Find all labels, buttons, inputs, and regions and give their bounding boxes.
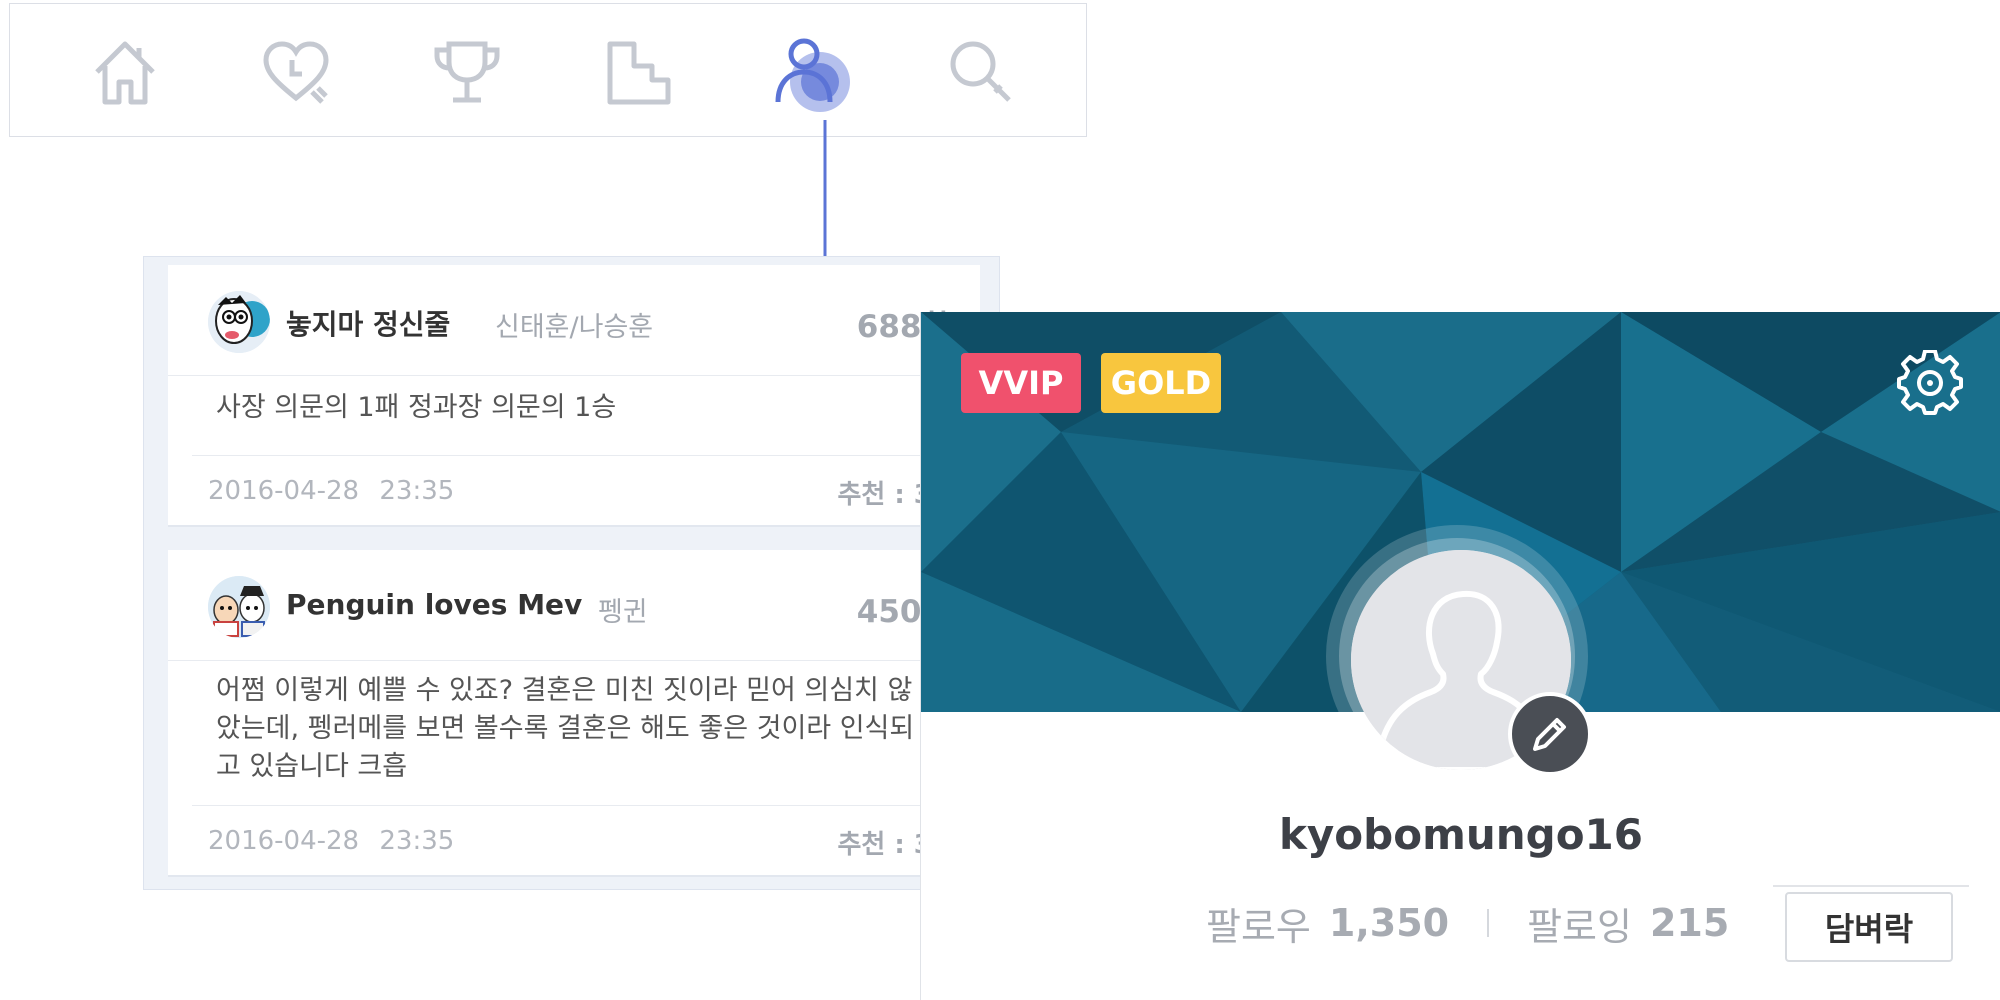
gold-badge: GOLD	[1101, 353, 1221, 413]
pencil-icon	[1533, 718, 1566, 751]
tab-home[interactable]	[87, 34, 163, 110]
tab-bar	[9, 3, 1087, 137]
feed-panel: 놓지마 정신줄 신태훈/나승훈 688화 사장 의문의 1패 정과장 의문의 1…	[143, 256, 1000, 890]
stats-divider	[1487, 909, 1490, 937]
post-date: 2016-04-28 23:35	[208, 826, 455, 856]
following-label[interactable]: 팔로잉	[1527, 896, 1632, 951]
follower-label[interactable]: 팔로우	[1206, 896, 1311, 951]
edit-avatar-button[interactable]	[1508, 692, 1592, 776]
post-avatar	[208, 291, 270, 353]
tab-profile[interactable]	[772, 34, 850, 112]
trophy-icon	[434, 41, 500, 103]
post-footer: 2016-04-28 23:35 추천 : 31	[192, 805, 980, 876]
tab-library[interactable]	[600, 34, 676, 110]
post-title[interactable]: 놓지마 정신줄	[286, 303, 450, 343]
following-count[interactable]: 215	[1650, 901, 1729, 945]
vvip-badge: VVIP	[961, 353, 1081, 413]
follower-count[interactable]: 1,350	[1329, 901, 1449, 945]
post-body: 사장 의문의 1패 정과장 의문의 1승	[216, 392, 617, 423]
box-icon	[607, 41, 671, 105]
divider	[1773, 885, 1969, 887]
post-avatar	[208, 576, 270, 638]
follow-stats: 팔로우 1,350 팔로잉 215	[1206, 895, 1729, 951]
post-author: 신태훈/나승훈	[495, 312, 654, 343]
search-icon	[950, 41, 1011, 102]
post-card[interactable]: 놓지마 정신줄 신태훈/나승훈 688화 사장 의문의 1패 정과장 의문의 1…	[168, 265, 980, 527]
tab-search[interactable]	[943, 34, 1019, 110]
post-footer: 2016-04-28 23:35 추천 : 31	[192, 455, 980, 526]
wall-button[interactable]: 담벼락	[1785, 892, 1953, 962]
home-icon	[95, 41, 155, 105]
tab-ranking[interactable]	[429, 34, 505, 110]
heart-icon	[263, 41, 329, 104]
post-header: Penguin loves Mev 펭귄 450화	[168, 550, 980, 661]
post-card[interactable]: Penguin loves Mev 펭귄 450화 어쩜 이렇게 예쁠 수 있죠…	[168, 550, 980, 877]
username: kyobomungo16	[1278, 810, 1643, 859]
post-author: 펭귄	[598, 597, 648, 628]
tab-likes[interactable]	[258, 34, 334, 110]
profile-panel: VVIP GOLD kyobomungo16 팔로우 1,350 팔로잉 215…	[920, 312, 2000, 1000]
post-body: 어쩜 이렇게 예쁠 수 있죠? 결혼은 미친 짓이라 믿어 의심치 않았는데, …	[216, 675, 915, 782]
post-title[interactable]: Penguin loves Mev	[286, 588, 582, 621]
gear-icon	[1897, 350, 1963, 415]
profile-icon	[775, 38, 850, 112]
post-header: 놓지마 정신줄 신태훈/나승훈 688화	[168, 265, 980, 376]
settings-button[interactable]	[1897, 350, 1963, 416]
post-date: 2016-04-28 23:35	[208, 476, 455, 506]
